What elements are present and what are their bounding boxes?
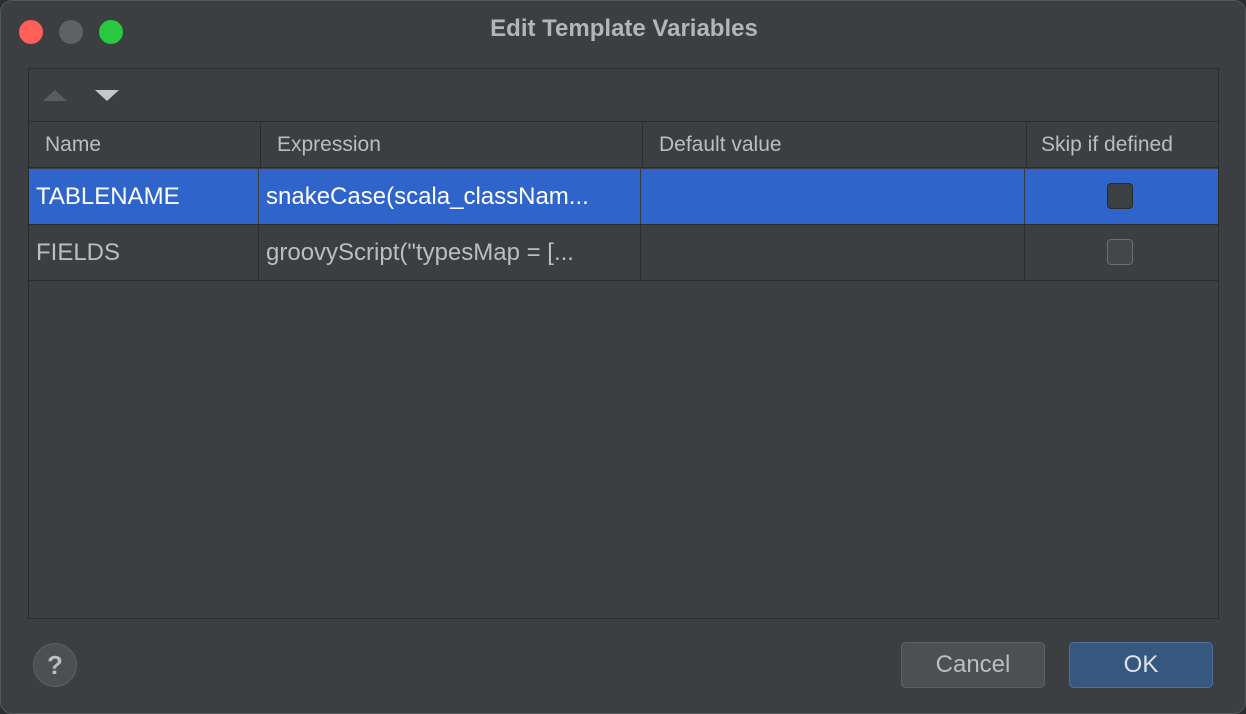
table-row[interactable]: FIELDS groovyScript("typesMap = [... xyxy=(29,225,1218,281)
table-header: Name Expression Default value Skip if de… xyxy=(29,121,1218,168)
cell-skip-if-defined xyxy=(1025,225,1218,280)
cell-expression[interactable]: snakeCase(scala_classNam... xyxy=(259,169,641,224)
help-button[interactable]: ? xyxy=(33,643,77,687)
cell-expression[interactable]: groovyScript("typesMap = [... xyxy=(259,225,641,280)
column-header-name[interactable]: Name xyxy=(29,122,261,167)
cell-name[interactable]: FIELDS xyxy=(29,225,259,280)
cancel-button[interactable]: Cancel xyxy=(901,642,1045,688)
column-header-default-value[interactable]: Default value xyxy=(643,122,1027,167)
triangle-down-icon[interactable] xyxy=(92,86,122,106)
cell-default-value[interactable] xyxy=(641,225,1025,280)
skip-if-defined-checkbox[interactable] xyxy=(1107,239,1133,265)
table-row[interactable]: TABLENAME snakeCase(scala_classNam... xyxy=(29,169,1218,225)
cell-skip-if-defined xyxy=(1025,169,1218,224)
triangle-up-icon[interactable] xyxy=(40,86,70,106)
skip-if-defined-checkbox[interactable] xyxy=(1107,183,1133,209)
cell-name[interactable]: TABLENAME xyxy=(29,169,259,224)
cell-default-value[interactable] xyxy=(641,169,1025,224)
table-toolbar xyxy=(29,69,1218,121)
column-header-skip-if-defined[interactable]: Skip if defined xyxy=(1027,122,1218,167)
column-header-expression[interactable]: Expression xyxy=(261,122,643,167)
dialog-title: Edit Template Variables xyxy=(490,15,758,42)
variables-panel: Name Expression Default value Skip if de… xyxy=(28,68,1219,619)
edit-template-variables-dialog: Edit Template Variables Name Expression … xyxy=(0,0,1246,714)
title-bar: Edit Template Variables xyxy=(1,1,1245,61)
ok-button[interactable]: OK xyxy=(1069,642,1213,688)
